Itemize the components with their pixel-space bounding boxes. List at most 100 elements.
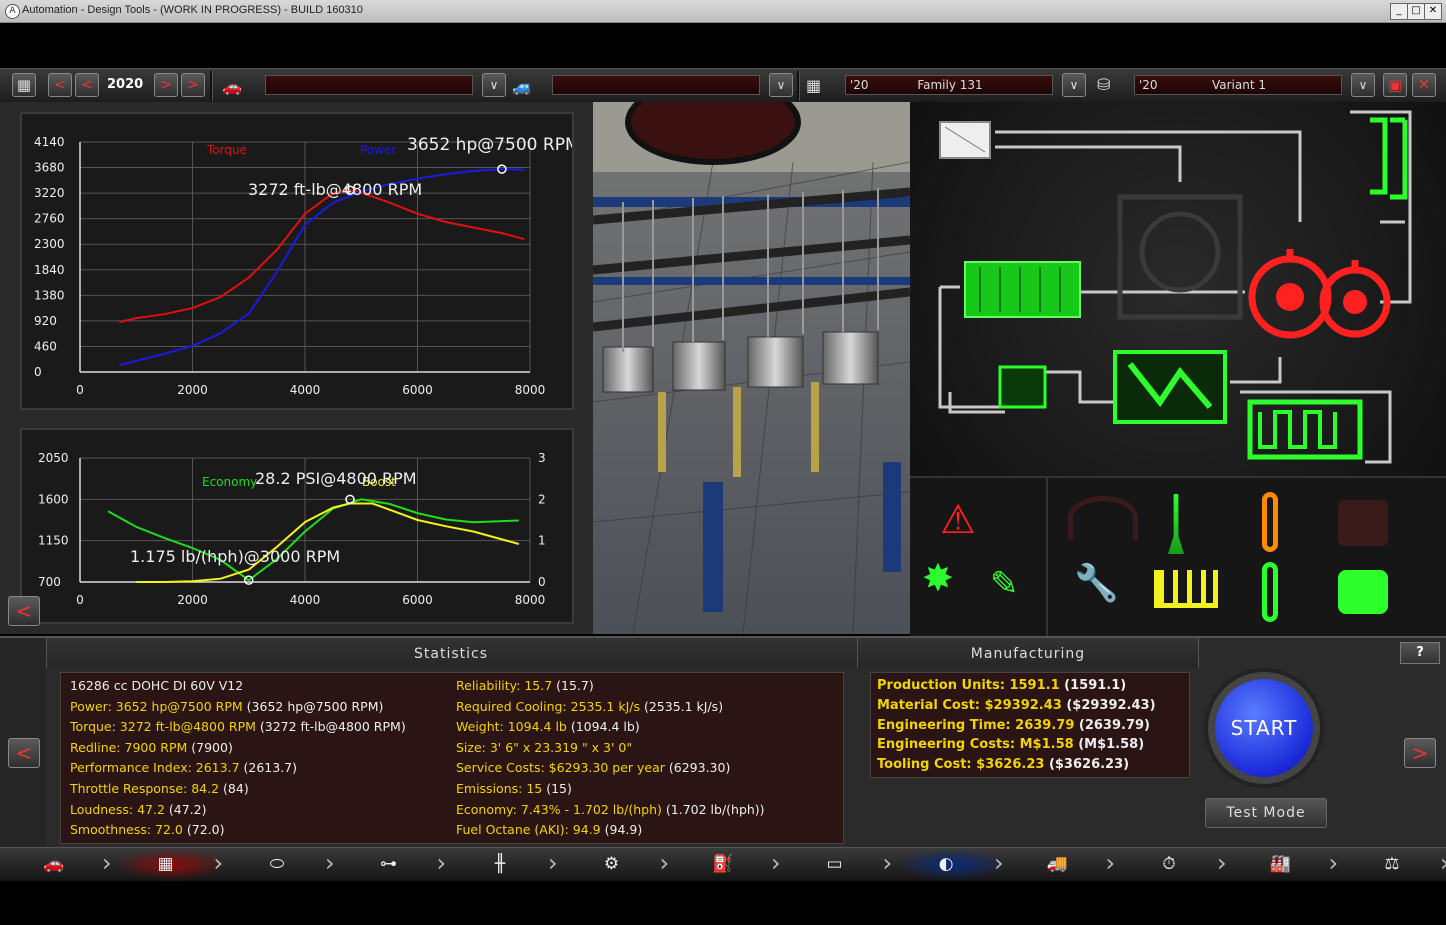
variant-dropdown[interactable]: ∨: [1351, 73, 1375, 97]
nav-tab-valvetrain[interactable]: ╫ ›: [450, 848, 562, 881]
y-tick-label: 1380: [34, 288, 65, 302]
chevron-right-icon: ›: [1328, 849, 1339, 877]
stat-right-value: Emissions: 15: [456, 781, 543, 796]
throttle-icon: [998, 365, 1047, 409]
parts-divider: [1046, 478, 1048, 636]
stat-right-previous-value: (2535.1 kJ/s): [639, 698, 724, 714]
stat-left-row: Smoothness: 72.0 (72.0): [70, 822, 224, 837]
manufacturing-value: Production Units: 1591.1: [877, 678, 1060, 693]
chevron-right-icon: ›: [882, 849, 893, 877]
chevron-right-icon: ›: [548, 849, 558, 877]
close-window-button[interactable]: ✕: [1424, 3, 1442, 20]
car-icon: 🚗: [43, 854, 65, 874]
previous-stage-button[interactable]: <: [8, 738, 40, 768]
y-tick-label: 4140: [34, 135, 65, 149]
y-tick-label: 2300: [34, 237, 65, 251]
peak-power-label: 3652 hp@7500 RPM: [407, 135, 572, 155]
stat-right-previous-value: (6293.30): [664, 760, 731, 776]
x-tick-label: 8000: [515, 593, 546, 607]
car-model-icon: 🚗: [222, 77, 242, 96]
crankshaft-icon[interactable]: [1154, 570, 1218, 608]
chevron-right-icon: ›: [1105, 849, 1116, 877]
valve-icon[interactable]: [1168, 494, 1184, 554]
stat-right-value: Required Cooling: 2535.1 kJ/s: [456, 698, 640, 714]
air-filter-icon: [939, 121, 991, 159]
tachometer-icon[interactable]: [1068, 496, 1138, 540]
piston-red-icon[interactable]: [1338, 500, 1388, 546]
nav-tab-fuel[interactable]: ⛽ ›: [673, 848, 785, 881]
stat-left-value: Loudness: 47.2: [70, 801, 165, 817]
wrench-icon[interactable]: 🔧: [1074, 564, 1119, 604]
car-model-dropdown[interactable]: ∨: [482, 73, 506, 97]
car-model-field[interactable]: [265, 75, 473, 95]
test-mode-button[interactable]: Test Mode: [1205, 798, 1327, 828]
nav-tab-market[interactable]: ⚖›: [1342, 848, 1446, 881]
piston-green-icon[interactable]: [1338, 570, 1388, 614]
year-next-button[interactable]: >: [154, 73, 178, 97]
spark-plug-icon[interactable]: ✎: [990, 564, 1019, 604]
stat-right-row: Reliability: 15.7 (15.7): [456, 678, 594, 693]
nav-tab-turbo[interactable]: ⚙ ›: [562, 848, 674, 881]
family-dropdown[interactable]: ∨: [1062, 73, 1086, 97]
stat-left-previous-value: (3652 hp@7500 RPM): [242, 698, 384, 714]
car-trim-dropdown[interactable]: ∨: [769, 73, 793, 97]
y-right-tick-label: 0: [538, 575, 546, 589]
manufacturing-row: Material Cost: $29392.43 ($29392.43): [877, 698, 1156, 713]
conrod-green-icon[interactable]: [1262, 562, 1278, 622]
y-left-tick-label: 1150: [38, 534, 69, 548]
stat-left-value: 16286 cc DOHC DI 60V V12: [70, 678, 244, 693]
nav-tab-head[interactable]: ⬭ ›: [227, 848, 339, 881]
economy-boost-chart-panel: 700 1150 1600 2050 0 1 2 3 0 2000 4000 6000 8000 Econ…: [20, 428, 574, 624]
close-family-button[interactable]: ✕: [1412, 73, 1436, 97]
legend-economy: Economy: [202, 475, 257, 489]
manufacturing-value: Engineering Time: 2639.79: [877, 717, 1075, 733]
nav-tab-car[interactable]: 🚗 ›: [4, 848, 116, 881]
stat-right-row: Required Cooling: 2535.1 kJ/s (2535.1 kJ…: [456, 699, 723, 714]
car-trim-field[interactable]: [552, 75, 760, 95]
top-toolbar: ▦ < < 2020 > > 🚗 ∨ 🚙 ∨ ▦ '20 Family 131 …: [0, 68, 1446, 104]
variant-field[interactable]: '20 Variant 1: [1134, 75, 1342, 95]
y-tick-label: 920: [34, 314, 57, 328]
x-tick-label: 4000: [290, 593, 321, 607]
nav-tab-factory[interactable]: 🏭 ›: [1231, 848, 1343, 881]
floppy-icon[interactable]: ▣: [1383, 73, 1407, 97]
intake-exhaust-diagram[interactable]: [910, 102, 1446, 476]
nav-tab-crank[interactable]: ⊶ ›: [339, 848, 451, 881]
year-next-fast-button[interactable]: >: [181, 73, 205, 97]
nav-tab-engine-block[interactable]: ▦ ›: [115, 848, 228, 881]
chevron-right-icon: ›: [994, 849, 1004, 877]
series-line-economy: [107, 498, 519, 582]
nav-tab-truck[interactable]: 🚚 ›: [1008, 848, 1120, 881]
engine-warning-icon[interactable]: ⚠: [940, 500, 976, 540]
stat-right-row: Weight: 1094.4 lb (1094.4 lb): [456, 719, 640, 734]
truck-icon: 🚚: [1046, 854, 1069, 874]
next-stage-button[interactable]: >: [1404, 738, 1436, 768]
stat-right-previous-value: (15.7): [552, 678, 594, 693]
engine-variant-icon: ⛁: [1097, 75, 1111, 94]
year-prev-fast-button[interactable]: <: [48, 73, 72, 97]
y-left-tick-label: 1600: [38, 492, 69, 506]
fuel-icon: ⛽: [712, 854, 734, 874]
stat-left-row: Torque: 3272 ft-lb@4800 RPM (3272 ft-lb@…: [70, 719, 406, 734]
calendar-icon[interactable]: ▦: [12, 73, 36, 97]
engine-3d-viewport[interactable]: [593, 102, 910, 634]
manufacturing-previous-value: (M$1.58): [1073, 737, 1145, 753]
manufacturing-value: Tooling Cost: $3626.23: [877, 757, 1045, 773]
start-button[interactable]: START: [1215, 679, 1313, 777]
stat-left-row: Power: 3652 hp@7500 RPM (3652 hp@7500 RP…: [70, 699, 383, 714]
conrod-orange-icon[interactable]: [1262, 492, 1278, 552]
intercooler-icon: [964, 261, 1081, 318]
collapse-charts-button[interactable]: <: [8, 596, 40, 626]
nav-tab-exhaust[interactable]: ▭ ›: [785, 848, 897, 881]
nav-tab-test[interactable]: ⏱ ›: [1119, 848, 1231, 881]
explosion-icon[interactable]: ✸: [922, 558, 954, 598]
test-icon: ⏱: [1162, 854, 1176, 874]
minimize-button[interactable]: _: [1390, 3, 1408, 20]
maximize-button[interactable]: □: [1407, 3, 1425, 20]
year-prev-button[interactable]: <: [75, 73, 99, 97]
help-button[interactable]: ?: [1400, 642, 1440, 664]
stat-right-previous-value: (94.9): [600, 822, 643, 838]
stat-right-value: Fuel Octane (AKI): 94.9: [456, 822, 601, 838]
nav-tab-tune[interactable]: ◐ ›: [896, 848, 1008, 881]
family-field[interactable]: '20 Family 131: [845, 75, 1053, 95]
